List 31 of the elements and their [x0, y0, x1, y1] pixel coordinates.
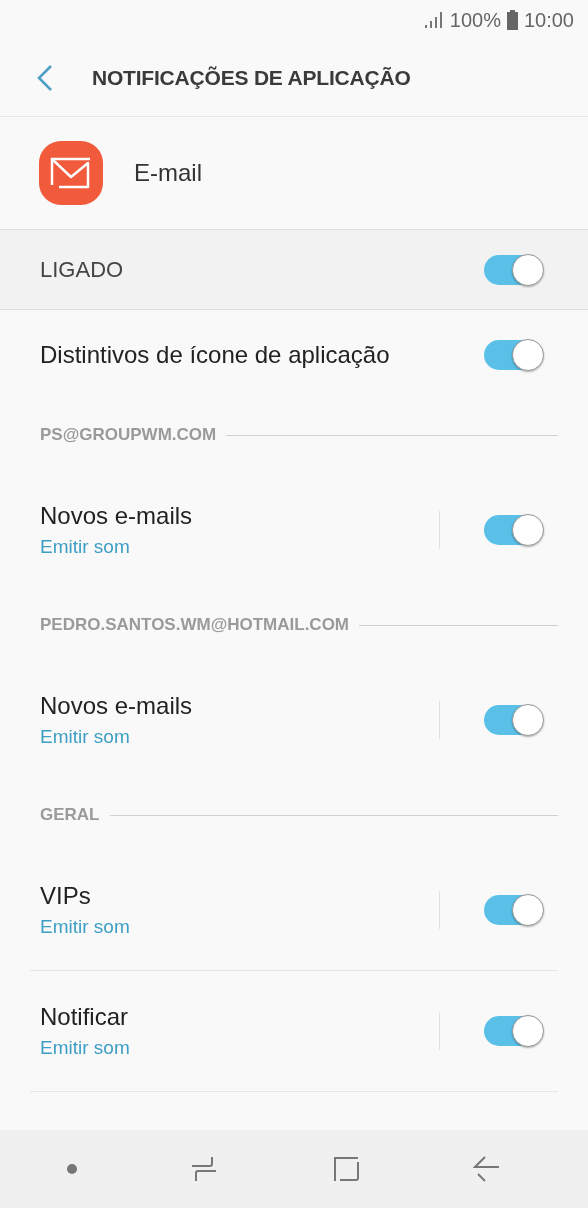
section-header: PS@GROUPWM.COM — [40, 425, 217, 445]
master-switch-label: LIGADO — [40, 256, 124, 283]
setting-toggle[interactable] — [484, 704, 544, 736]
page-title: NOTIFICAÇÕES DE APLICAÇÃO — [92, 66, 411, 90]
setting-title: Distintivos de ícone de aplicação — [40, 341, 391, 369]
setting-toggle[interactable] — [484, 514, 544, 546]
recents-icon[interactable] — [190, 1155, 219, 1183]
battery-percent: 100% — [449, 8, 501, 32]
setting-toggle[interactable] — [484, 1015, 544, 1047]
clock: 10:00 — [523, 8, 574, 32]
setting-subtitle[interactable]: Emitir som — [40, 916, 439, 938]
signal-icon — [423, 11, 444, 29]
setting-subtitle[interactable]: Emitir som — [40, 536, 439, 558]
master-toggle[interactable] — [484, 253, 544, 286]
setting-subtitle[interactable]: Emitir som — [40, 726, 439, 748]
setting-title: VIPs — [40, 882, 92, 910]
battery-icon — [506, 10, 518, 30]
setting-subtitle[interactable]: Emitir som — [40, 1037, 439, 1059]
section-header: GERAL — [40, 805, 100, 825]
setting-title: Novos e-mails — [40, 692, 194, 720]
setting-toggle[interactable] — [484, 894, 544, 926]
setting-toggle[interactable] — [484, 339, 544, 371]
back-nav-icon[interactable] — [473, 1155, 502, 1183]
nav-dot-icon — [66, 1164, 77, 1174]
setting-title: Notificar — [40, 1003, 130, 1031]
envelope-app-icon — [39, 141, 103, 205]
setting-title: Novos e-mails — [40, 502, 194, 530]
back-icon[interactable] — [36, 64, 54, 92]
home-icon[interactable] — [331, 1155, 360, 1183]
app-name: E-mail — [134, 159, 202, 187]
section-header: PEDRO.SANTOS.WM@HOTMAIL.COM — [40, 615, 350, 635]
